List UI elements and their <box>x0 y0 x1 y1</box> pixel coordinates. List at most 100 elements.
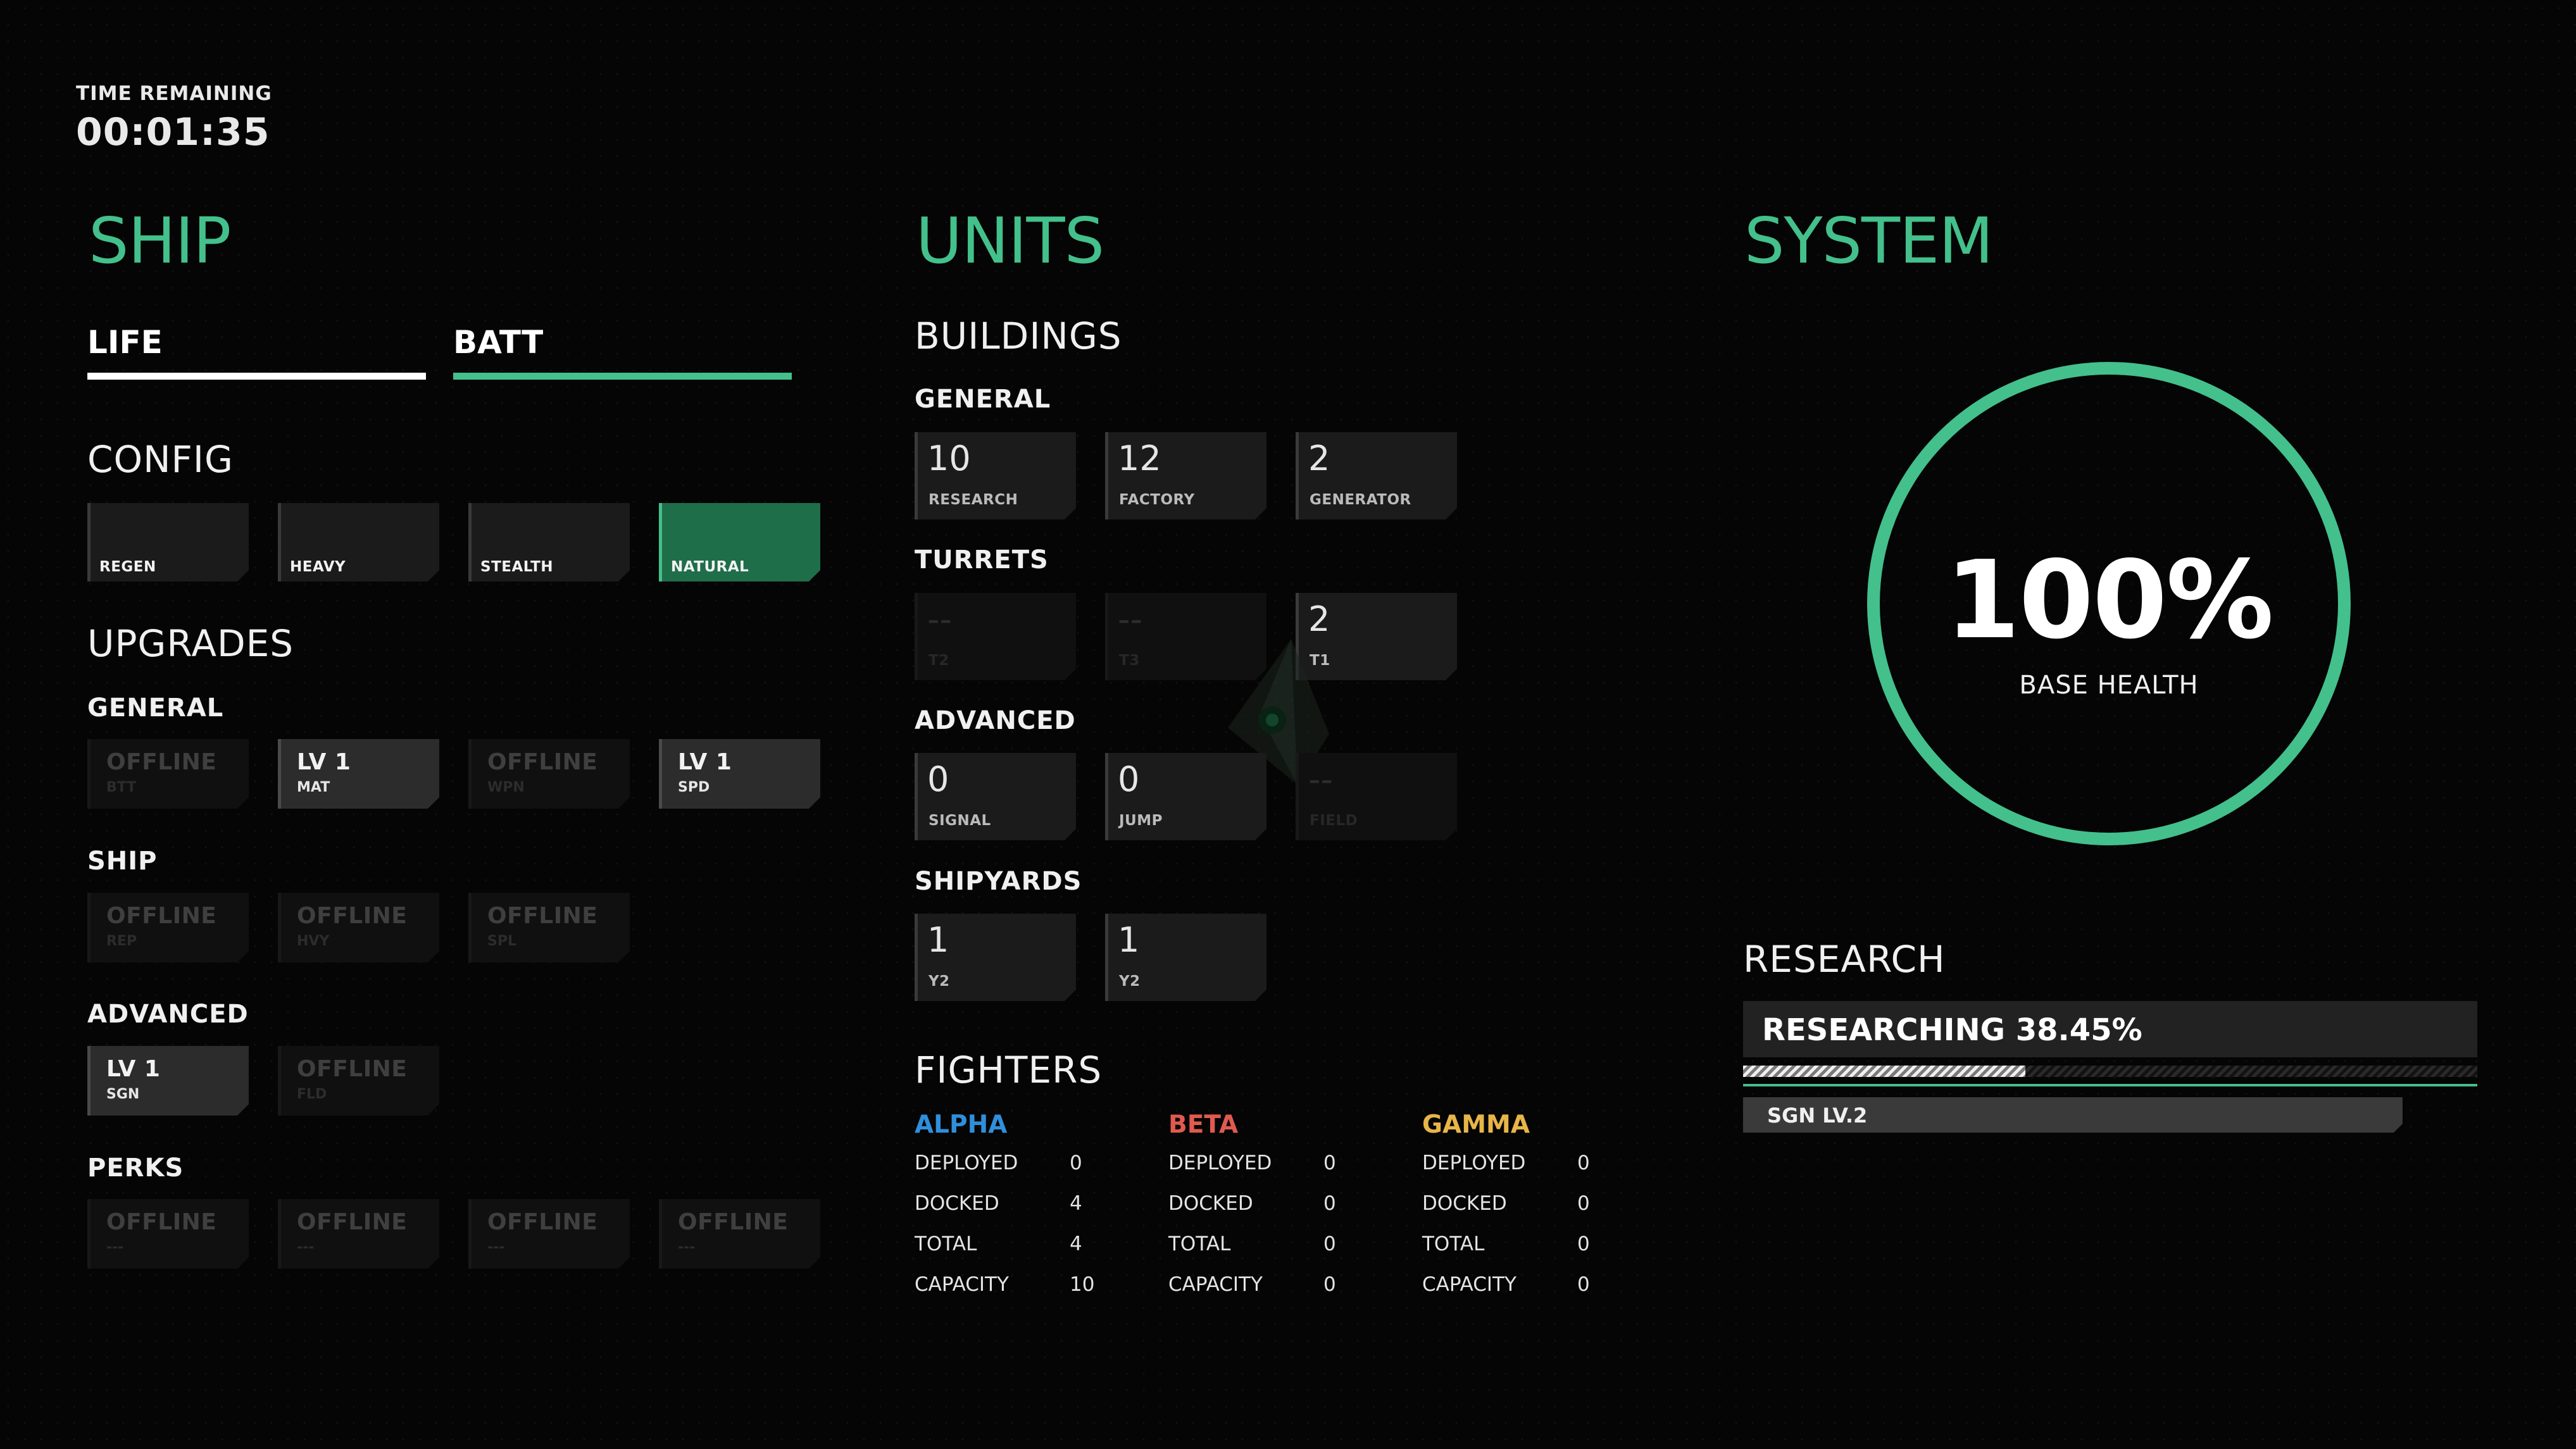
perk-status: OFFLINE <box>297 1209 408 1235</box>
shipyard-tile-2[interactable]: 1 Y2 <box>1105 914 1266 1001</box>
perks-label: PERKS <box>87 1154 184 1183</box>
row-value: 0 <box>1577 1152 1590 1174</box>
upgrade-tile-mat[interactable]: LV 1 MAT <box>278 739 439 809</box>
squad-name: ALPHA <box>915 1110 1008 1139</box>
base-health-label: BASE HEALTH <box>2019 671 2199 700</box>
building-type: JUMP <box>1119 812 1163 829</box>
upgrade-tile-spl[interactable]: OFFLINE SPL <box>468 893 630 962</box>
fighter-row-deployed: DEPLOYED 0 <box>1422 1152 1631 1192</box>
building-tile-field[interactable]: -- FIELD <box>1296 753 1457 840</box>
tab-batt-label: BATT <box>453 324 544 361</box>
perk-tile-3[interactable]: OFFLINE --- <box>468 1199 630 1269</box>
upgrades-heading: UPGRADES <box>87 622 294 665</box>
units-title: UNITS <box>916 204 1104 278</box>
perk-status: OFFLINE <box>678 1209 789 1235</box>
upgrade-status: LV 1 <box>678 749 732 775</box>
config-option-label: HEAVY <box>290 559 346 575</box>
upgrade-status: OFFLINE <box>487 749 598 775</box>
upgrade-code: WPN <box>487 780 525 795</box>
row-label: TOTAL <box>915 1233 977 1255</box>
row-value: 0 <box>1323 1192 1336 1215</box>
building-count: -- <box>1308 759 1333 799</box>
row-value: 4 <box>1070 1233 1082 1255</box>
shipyard-count: 1 <box>1118 920 1140 960</box>
fighter-row-capacity: CAPACITY 0 <box>1422 1273 1631 1314</box>
upgrade-tile-spd[interactable]: LV 1 SPD <box>659 739 820 809</box>
squad-name: GAMMA <box>1422 1110 1530 1139</box>
row-value: 0 <box>1323 1152 1336 1174</box>
perk-tile-2[interactable]: OFFLINE --- <box>278 1199 439 1269</box>
row-value: 10 <box>1070 1273 1095 1296</box>
perk-status: OFFLINE <box>106 1209 217 1235</box>
research-queue-item[interactable]: SGN LV.2 <box>1743 1097 2403 1133</box>
upgrade-tile-sgn[interactable]: LV 1 SGN <box>87 1046 249 1116</box>
perk-status: OFFLINE <box>487 1209 598 1235</box>
row-label: TOTAL <box>1168 1233 1231 1255</box>
row-label: CAPACITY <box>1168 1273 1263 1296</box>
ship-title: SHIP <box>89 204 231 278</box>
config-option-heavy[interactable]: HEAVY <box>278 503 439 581</box>
upgrade-tile-wpn[interactable]: OFFLINE WPN <box>468 739 630 809</box>
system-title: SYSTEM <box>1744 204 1994 278</box>
upgrades-advanced-label: ADVANCED <box>87 1000 249 1029</box>
config-option-regen[interactable]: REGEN <box>87 503 249 581</box>
building-tile-generator[interactable]: 2 GENERATOR <box>1296 432 1457 519</box>
row-label: CAPACITY <box>915 1273 1009 1296</box>
turret-type: T3 <box>1119 652 1140 669</box>
upgrade-code: MAT <box>297 780 330 795</box>
building-tile-factory[interactable]: 12 FACTORY <box>1105 432 1266 519</box>
upgrade-status: OFFLINE <box>297 1056 408 1082</box>
upgrade-tile-fld[interactable]: OFFLINE FLD <box>278 1046 439 1116</box>
research-progress-fill <box>1743 1066 2026 1077</box>
time-remaining-label: TIME REMAINING <box>76 82 272 105</box>
tab-batt[interactable]: BATT <box>453 316 792 380</box>
tab-life-label: LIFE <box>87 324 163 361</box>
building-tile-signal[interactable]: 0 SIGNAL <box>915 753 1076 840</box>
fighter-row-docked: DOCKED 0 <box>1422 1192 1631 1233</box>
research-status-text: RESEARCHING 38.45% <box>1762 1012 2142 1048</box>
building-count: 0 <box>1118 759 1140 799</box>
row-label: TOTAL <box>1422 1233 1485 1255</box>
upgrade-status: OFFLINE <box>487 903 598 929</box>
row-label: DOCKED <box>915 1192 999 1215</box>
tab-batt-underline <box>453 373 792 380</box>
fighter-row-capacity: CAPACITY 10 <box>915 1273 1123 1314</box>
fighter-squad-alpha: ALPHA DEPLOYED 0 DOCKED 4 TOTAL 4 CAPACI… <box>915 1110 1123 1314</box>
upgrade-code: BTT <box>106 780 137 795</box>
shipyard-tile-1[interactable]: 1 Y2 <box>915 914 1076 1001</box>
turret-tile-t2[interactable]: -- T2 <box>915 593 1076 680</box>
shipyard-count: 1 <box>927 920 949 960</box>
perk-tile-4[interactable]: OFFLINE --- <box>659 1199 820 1269</box>
building-tile-research[interactable]: 10 RESEARCH <box>915 432 1076 519</box>
upgrades-ship-label: SHIP <box>87 847 158 876</box>
shipyard-type: Y2 <box>928 973 950 990</box>
research-status-bar[interactable]: RESEARCHING 38.45% <box>1743 1001 2477 1057</box>
upgrade-status: OFFLINE <box>106 749 217 775</box>
perk-tile-1[interactable]: OFFLINE --- <box>87 1199 249 1269</box>
upgrade-status: OFFLINE <box>297 903 408 929</box>
upgrade-status: LV 1 <box>297 749 351 775</box>
upgrade-tile-btt[interactable]: OFFLINE BTT <box>87 739 249 809</box>
config-option-stealth[interactable]: STEALTH <box>468 503 630 581</box>
base-health-value: 100% <box>1945 538 2273 663</box>
time-remaining-value: 00:01:35 <box>76 110 270 154</box>
turret-count: -- <box>927 599 952 639</box>
building-count: 12 <box>1118 438 1161 478</box>
upgrade-tile-rep[interactable]: OFFLINE REP <box>87 893 249 962</box>
building-tile-jump[interactable]: 0 JUMP <box>1105 753 1266 840</box>
upgrade-status: LV 1 <box>106 1056 161 1082</box>
fighter-squad-beta: BETA DEPLOYED 0 DOCKED 0 TOTAL 0 CAPACIT… <box>1168 1110 1377 1314</box>
config-option-natural[interactable]: NATURAL <box>659 503 820 581</box>
tab-life[interactable]: LIFE <box>87 316 426 380</box>
fighter-squad-gamma: GAMMA DEPLOYED 0 DOCKED 0 TOTAL 0 CAPACI… <box>1422 1110 1631 1314</box>
upgrade-code: HVY <box>297 933 330 949</box>
upgrade-tile-hvy[interactable]: OFFLINE HVY <box>278 893 439 962</box>
building-type: RESEARCH <box>928 492 1018 508</box>
fighters-heading: FIGHTERS <box>915 1048 1103 1091</box>
buildings-heading: BUILDINGS <box>915 314 1122 358</box>
row-value: 0 <box>1577 1192 1590 1215</box>
building-type: GENERATOR <box>1310 492 1411 508</box>
turret-count: -- <box>1118 599 1142 639</box>
building-type: SIGNAL <box>928 812 991 829</box>
row-label: DOCKED <box>1168 1192 1253 1215</box>
